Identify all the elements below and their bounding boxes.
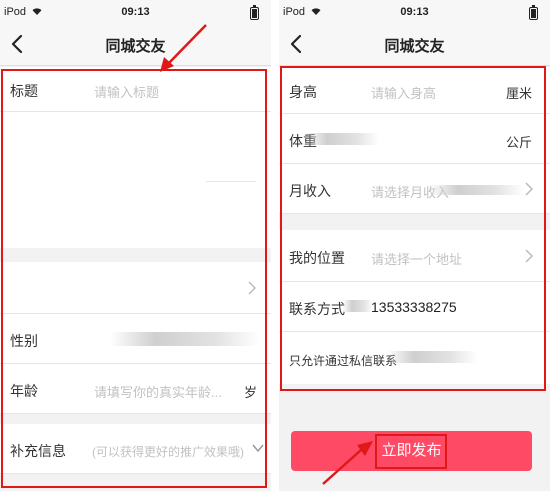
privacy-row: 只允许通过私信联系 [279,332,550,384]
gender-value-blurred [110,332,260,346]
height-field[interactable]: 身高 请输入身高 厘米 [279,67,550,114]
title-label: 标题 [10,83,38,99]
contact-label: 联系方式 [289,301,345,317]
status-bar: iPod 09:13 [279,0,550,22]
nav-bar: 同城交友 [0,22,271,66]
extra-info-placeholder[interactable]: (可以获得更好的推广效果哦) [92,443,244,460]
privacy-note: 只允许通过私信联系 [289,354,398,368]
income-field[interactable]: 月收入 请选择月收入 [279,164,550,214]
page-title: 同城交友 [105,38,166,55]
battery-icon [250,7,259,20]
weight-unit: 公斤 [506,135,533,150]
contact-field[interactable]: 联系方式 13533338275 [279,282,550,332]
phone-screen-left: iPod 09:13 同城交友 标题 请输入标题 性别 年龄 请填写你的真实年龄… [0,0,271,491]
battery-icon [529,7,538,20]
extra-info-field[interactable]: 补充信息 (可以获得更好的推广效果哦) [0,424,271,474]
location-select-placeholder[interactable]: 请选择一个地址 [371,249,462,268]
contact-input[interactable]: 13533338275 [371,299,457,315]
gender-label: 性别 [10,333,38,349]
privacy-blur [387,351,477,363]
chevron-right-icon [525,249,534,263]
contact-blur [343,300,373,312]
income-label: 月收入 [289,183,331,199]
height-label: 身高 [289,84,317,100]
title-field[interactable]: 标题 请输入标题 [0,67,271,112]
income-value-blurred [429,185,524,195]
gender-field[interactable]: 性别 [0,314,271,364]
location-label: 我的位置 [289,250,345,266]
page-title: 同城交友 [384,38,445,55]
status-time: 09:13 [400,6,429,18]
location-field[interactable]: 我的位置 请选择一个地址 [279,230,550,282]
textarea-divider [206,181,256,182]
status-time: 09:13 [121,6,150,18]
picker-row[interactable] [0,262,271,314]
phone-screen-right: iPod 09:13 同城交友 身高 请输入身高 厘米 体重 公斤 月收入 请选… [279,0,550,491]
height-input-placeholder[interactable]: 请输入身高 [371,83,436,102]
publish-button[interactable]: 立即发布 [291,431,532,471]
weight-field[interactable]: 体重 公斤 [279,114,550,164]
age-label: 年龄 [10,383,38,399]
age-field[interactable]: 年龄 请填写你的真实年龄... 岁 [0,364,271,414]
weight-value-blurred [305,133,379,145]
chevron-right-icon [248,281,257,295]
screenshot-divider [271,0,279,491]
height-unit: 厘米 [506,86,533,101]
extra-info-label: 补充信息 [10,443,66,459]
title-input-placeholder[interactable]: 请输入标题 [94,82,159,101]
chevron-down-icon[interactable] [252,443,264,453]
nav-bar: 同城交友 [279,22,550,66]
age-input-placeholder[interactable]: 请填写你的真实年龄... [94,382,222,401]
chevron-right-icon [525,182,534,196]
status-bar: iPod 09:13 [0,0,271,22]
description-textarea[interactable] [0,112,271,248]
age-unit: 岁 [244,385,258,400]
